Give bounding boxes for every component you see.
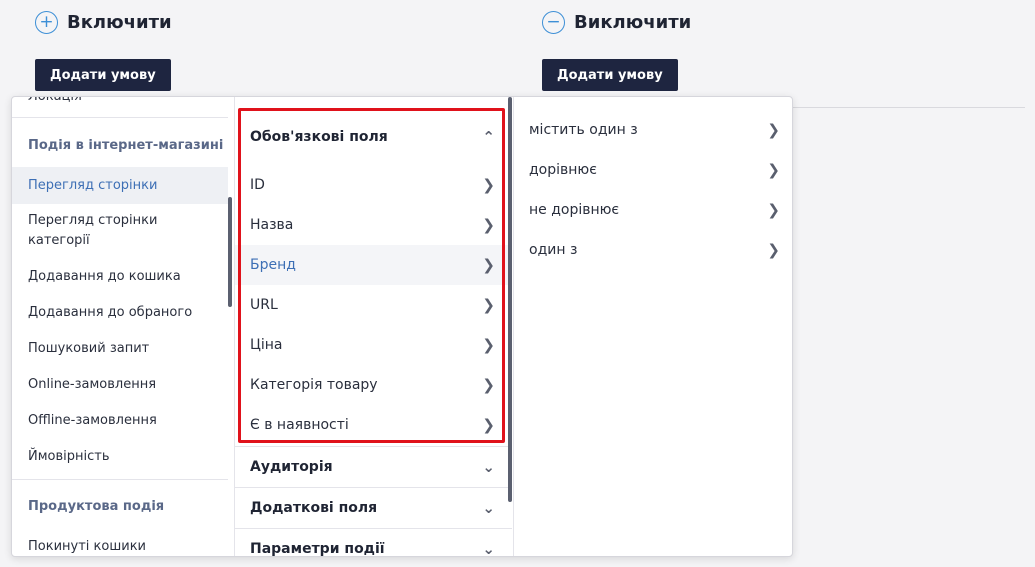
list-item-add-to-favorites[interactable]: Додавання до обраного <box>12 303 228 323</box>
list-item-category-page-view[interactable]: Перегляд сторінки категорії <box>12 211 228 251</box>
group-label-product-event: Продуктова подія <box>28 499 165 514</box>
operator-not-equals[interactable]: не дорівнює ❯ <box>514 190 792 230</box>
minus-circle-icon[interactable]: − <box>542 11 565 34</box>
field-item-id[interactable]: ID ❯ <box>235 165 512 205</box>
list-item-abandoned-carts[interactable]: Покинуті кошики <box>12 537 228 556</box>
chevron-right-icon: ❯ <box>482 336 495 354</box>
field-item-in-stock[interactable]: Є в наявності ❯ <box>235 405 512 445</box>
chevron-right-icon: ❯ <box>482 416 495 434</box>
chevron-up-icon: ⌃ <box>482 128 495 146</box>
field-item-name[interactable]: Назва ❯ <box>235 205 512 245</box>
operator-one-of[interactable]: один з ❯ <box>514 230 792 270</box>
exclude-title: Виключити <box>574 12 692 33</box>
chevron-down-icon: ⌄ <box>482 499 495 517</box>
chevron-right-icon: ❯ <box>482 376 495 394</box>
chevron-right-icon: ❯ <box>767 161 780 179</box>
exclude-divider <box>793 107 1025 108</box>
chevron-down-icon: ⌄ <box>482 458 495 476</box>
chevron-right-icon: ❯ <box>482 256 495 274</box>
operator-contains-one-of[interactable]: містить один з ❯ <box>514 110 792 150</box>
event-type-column: Локація Подія в інтернет-магазині Перегл… <box>12 97 228 556</box>
list-item-search-query[interactable]: Пошуковий запит <box>12 339 228 359</box>
list-item-online-order[interactable]: Online-замовлення <box>12 375 228 395</box>
include-header: + Включити <box>35 11 172 34</box>
include-title: Включити <box>67 12 172 33</box>
section-audience[interactable]: Аудиторія ⌄ <box>235 447 512 487</box>
chevron-down-icon: ⌄ <box>482 540 495 556</box>
condition-dropdown: Локація Подія в інтернет-магазині Перегл… <box>11 96 793 557</box>
chevron-right-icon: ❯ <box>482 296 495 314</box>
field-item-url[interactable]: URL ❯ <box>235 285 512 325</box>
chevron-right-icon: ❯ <box>482 216 495 234</box>
chevron-right-icon: ❯ <box>767 241 780 259</box>
fields-column: Обов'язкові поля ⌃ ID ❯ Назва ❯ Бренд ❯ … <box>234 97 512 556</box>
operator-equals[interactable]: дорівнює ❯ <box>514 150 792 190</box>
include-add-condition-button[interactable]: Додати умову <box>35 59 171 91</box>
list-item-add-to-cart[interactable]: Додавання до кошика <box>12 267 228 287</box>
group-label-shop-event: Подія в інтернет-магазині <box>28 138 224 153</box>
list-item-page-view[interactable]: Перегляд сторінки <box>12 167 228 204</box>
list-item-location[interactable]: Локація <box>12 97 228 107</box>
field-item-price[interactable]: Ціна ❯ <box>235 325 512 365</box>
column2-scrollbar[interactable] <box>508 97 512 502</box>
exclude-add-condition-button[interactable]: Додати умову <box>542 59 678 91</box>
exclude-header: − Виключити <box>542 11 691 34</box>
list-item-offline-order[interactable]: Offline-замовлення <box>12 411 228 431</box>
list-item-probability[interactable]: Ймовірність <box>12 447 228 467</box>
field-item-brand[interactable]: Бренд ❯ <box>235 245 512 285</box>
required-fields-header[interactable]: Обов'язкові поля ⌃ <box>235 117 512 157</box>
chevron-right-icon: ❯ <box>767 121 780 139</box>
column1-scrollbar[interactable] <box>228 197 232 307</box>
section-event-parameters[interactable]: Параметри події ⌄ <box>235 529 512 556</box>
chevron-right-icon: ❯ <box>482 176 495 194</box>
operators-column: містить один з ❯ дорівнює ❯ не дорівнює … <box>513 97 792 556</box>
plus-circle-icon[interactable]: + <box>35 11 58 34</box>
chevron-right-icon: ❯ <box>767 201 780 219</box>
field-item-product-category[interactable]: Категорія товару ❯ <box>235 365 512 405</box>
section-additional-fields[interactable]: Додаткові поля ⌄ <box>235 488 512 528</box>
